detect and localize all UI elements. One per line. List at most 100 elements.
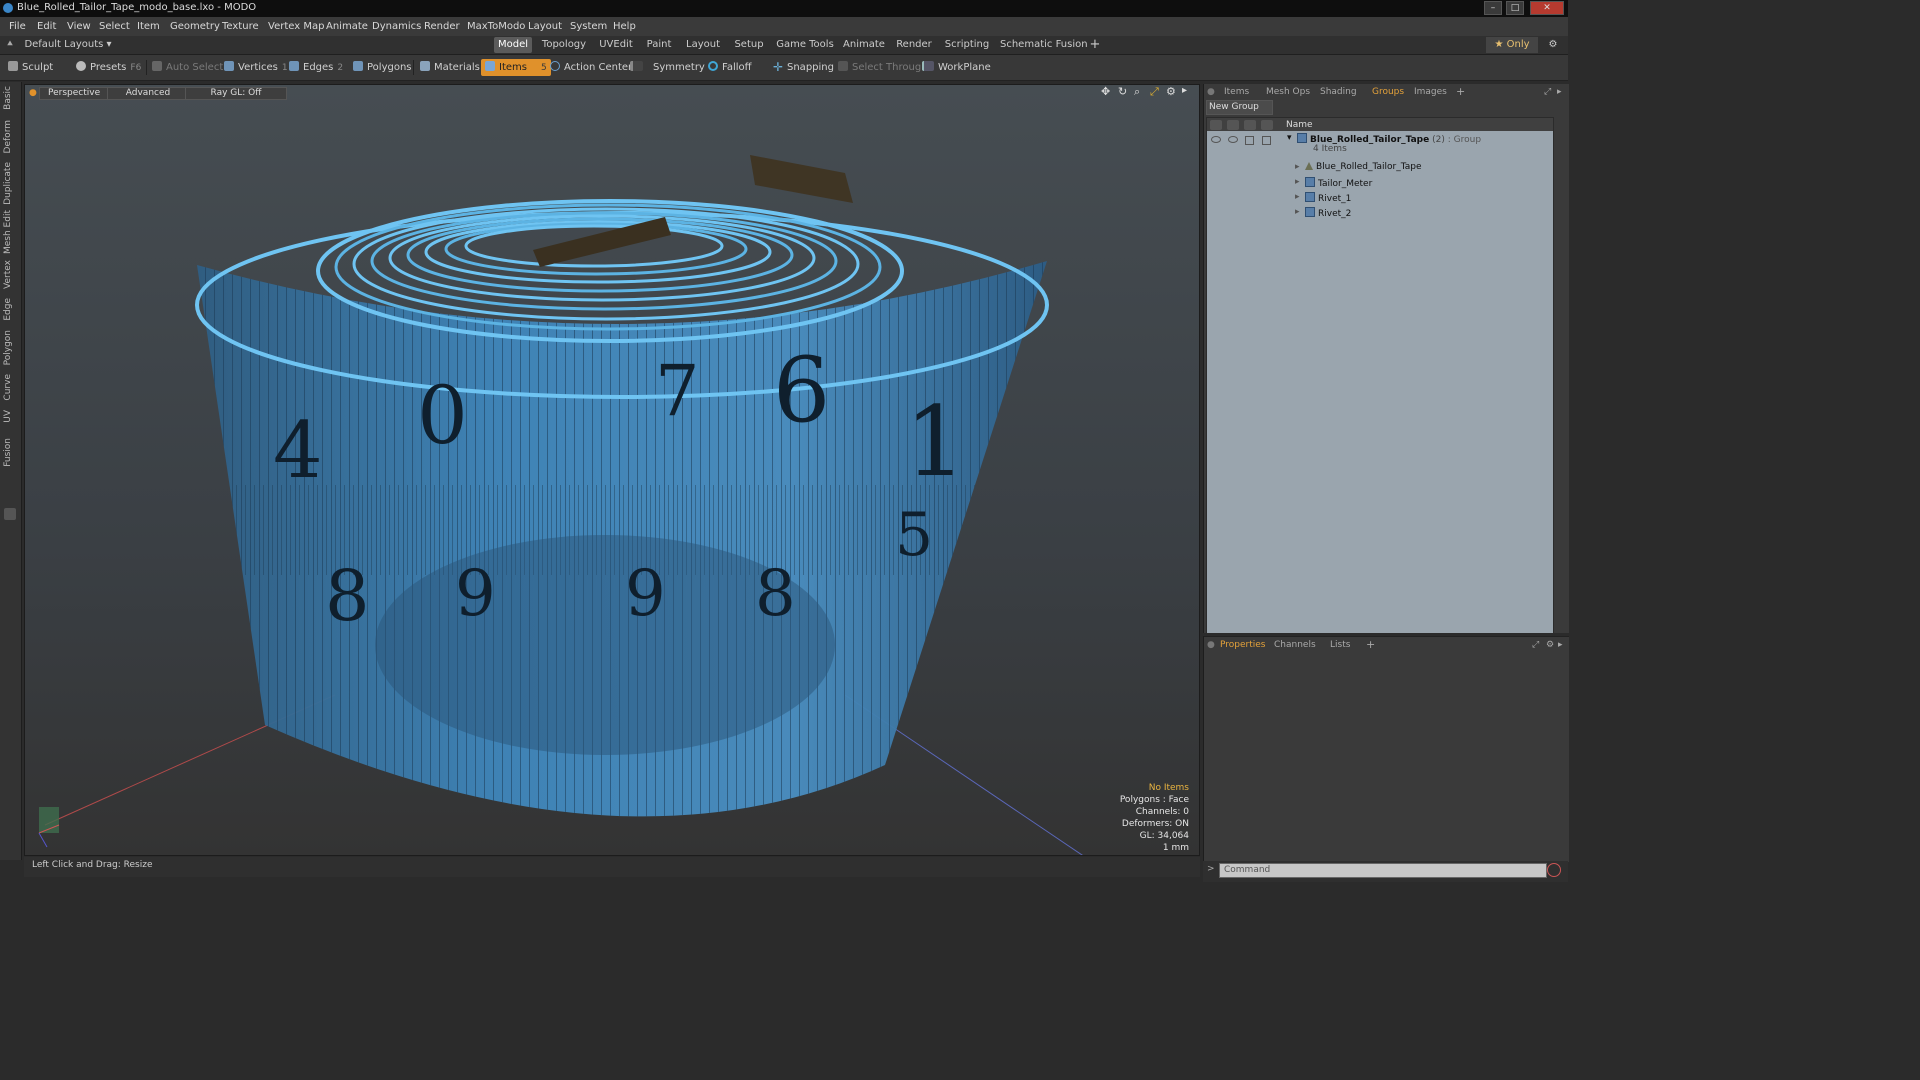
lock-checkbox[interactable] — [1245, 136, 1254, 145]
tab-uvedit[interactable]: UVEdit — [596, 37, 636, 53]
shading-mode-dropdown[interactable]: Advanced — [107, 87, 189, 100]
menu-help[interactable]: Help — [613, 21, 636, 32]
tab-edge[interactable]: Edge — [3, 298, 13, 321]
tab-lists[interactable]: Lists — [1330, 640, 1350, 650]
lock-column-icon[interactable] — [1244, 120, 1256, 130]
menu-view[interactable]: View — [67, 21, 91, 32]
menu-render[interactable]: Render — [424, 21, 460, 32]
tab-channels[interactable]: Channels — [1274, 640, 1316, 650]
menu-system[interactable]: System — [570, 21, 607, 32]
add-tab-icon[interactable]: + — [1088, 37, 1102, 53]
tab-layout[interactable]: Layout — [684, 37, 722, 53]
polygons-button[interactable]: Polygons — [353, 59, 412, 76]
menu-item[interactable]: Item — [137, 21, 160, 32]
menu-geometry[interactable]: Geometry — [170, 21, 220, 32]
menu-layout[interactable]: Layout — [528, 21, 562, 32]
menu-select[interactable]: Select — [99, 21, 130, 32]
close-button[interactable]: ✕ — [1530, 1, 1564, 15]
group-row[interactable]: ▾ Blue_Rolled_Tailor_Tape (2) : Group 4 … — [1207, 133, 1553, 159]
visibility-column-icon[interactable] — [1210, 120, 1222, 130]
3d-viewport[interactable]: 4 0 7 6 1 5 8 9 9 8 ● Perspective Advanc… — [24, 84, 1200, 856]
list-item[interactable]: ▸ Rivet_1 — [1207, 190, 1553, 204]
pan-icon[interactable]: ✥ — [1101, 85, 1110, 98]
tab-render[interactable]: Render — [894, 37, 934, 53]
workplane-button[interactable]: WorkPlane — [922, 59, 991, 76]
vertices-button[interactable]: Vertices 1 — [224, 59, 288, 76]
palette-toggle-icon[interactable] — [4, 508, 16, 520]
panel-expand-icon[interactable]: ⤢ — [1544, 87, 1551, 97]
tab-scripting[interactable]: Scripting — [944, 37, 990, 53]
tab-items[interactable]: Items — [1224, 87, 1249, 97]
name-column-header[interactable]: Name — [1286, 120, 1313, 130]
tab-images[interactable]: Images — [1414, 87, 1447, 97]
tab-curve[interactable]: Curve — [3, 374, 13, 401]
layout-collapse-icon[interactable]: ⯅ — [6, 37, 14, 53]
add-props-tab-icon[interactable]: + — [1366, 638, 1375, 651]
fit-icon[interactable]: ⤢ — [1150, 85, 1159, 99]
tab-uv[interactable]: UV — [3, 410, 13, 423]
tab-duplicate[interactable]: Duplicate — [3, 162, 13, 205]
symmetry-button[interactable]: Symmetry — [630, 59, 705, 76]
tab-paint[interactable]: Paint — [644, 37, 674, 53]
menu-vertex-map[interactable]: Vertex Map — [268, 21, 324, 32]
viewport-expand-icon[interactable]: ▸ — [1182, 85, 1187, 96]
only-toggle[interactable]: ★ Only — [1486, 37, 1538, 53]
tab-setup[interactable]: Setup — [732, 37, 766, 53]
viewport-settings-icon[interactable]: ⚙ — [1166, 85, 1176, 98]
viewport-menu-icon[interactable]: ● — [29, 88, 37, 98]
command-history-icon[interactable] — [1547, 863, 1561, 877]
zoom-icon[interactable]: ⌕ — [1134, 85, 1140, 99]
minimize-button[interactable]: – — [1484, 1, 1502, 15]
presets-button[interactable]: Presets F6 — [76, 59, 141, 76]
tab-topology[interactable]: Topology — [540, 37, 588, 53]
materials-button[interactable]: Materials — [420, 59, 480, 76]
render-column-icon[interactable] — [1227, 120, 1239, 130]
menu-edit[interactable]: Edit — [37, 21, 56, 32]
group-expand-icon[interactable]: ▾ — [1287, 133, 1292, 143]
view-mode-dropdown[interactable]: Perspective — [39, 87, 110, 100]
props-settings-icon[interactable]: ⚙ — [1546, 640, 1554, 650]
visibility-eye-icon[interactable] — [1211, 136, 1221, 143]
select-column-icon[interactable] — [1261, 120, 1273, 130]
tab-deform[interactable]: Deform — [3, 120, 13, 153]
menu-texture[interactable]: Texture — [222, 21, 259, 32]
select-through-button[interactable]: Select Through — [838, 59, 928, 76]
tab-properties[interactable]: Properties — [1220, 640, 1265, 650]
tab-shading[interactable]: Shading — [1320, 87, 1357, 97]
props-expand-icon[interactable]: ⤢ — [1532, 640, 1539, 650]
menu-file[interactable]: File — [9, 21, 26, 32]
rotate-icon[interactable]: ↻ — [1118, 85, 1127, 98]
add-panel-tab-icon[interactable]: + — [1456, 85, 1465, 98]
settings-gear-icon[interactable]: ⚙ — [1546, 37, 1560, 53]
tab-schematic-fusion[interactable]: Schematic Fusion — [1000, 37, 1088, 53]
sculpt-button[interactable]: Sculpt — [8, 59, 53, 76]
tab-mesh-ops[interactable]: Mesh Ops — [1266, 87, 1310, 97]
auto-select-button[interactable]: Auto Select — [152, 59, 223, 76]
select-checkbox[interactable] — [1262, 136, 1271, 145]
menu-maxtomodo[interactable]: MaxToModo — [467, 21, 525, 32]
tab-mesh-edit[interactable]: Mesh Edit — [3, 210, 13, 254]
tab-vertex[interactable]: Vertex — [3, 260, 13, 289]
new-group-button[interactable]: New Group — [1206, 100, 1273, 115]
menu-dynamics[interactable]: Dynamics — [372, 21, 421, 32]
panel-menu-icon[interactable]: ● — [1207, 87, 1215, 97]
props-menu-icon[interactable]: ● — [1207, 640, 1215, 650]
edges-button[interactable]: Edges 2 — [289, 59, 343, 76]
raygl-toggle[interactable]: Ray GL: Off — [185, 87, 287, 100]
props-options-icon[interactable]: ▸ — [1558, 640, 1563, 650]
tab-animate[interactable]: Animate — [842, 37, 886, 53]
panel-options-icon[interactable]: ▸ — [1557, 87, 1562, 97]
falloff-button[interactable]: Falloff — [708, 59, 752, 76]
tab-basic[interactable]: Basic — [3, 86, 13, 110]
maximize-button[interactable]: □ — [1506, 1, 1524, 15]
tab-groups[interactable]: Groups — [1372, 87, 1404, 97]
tab-fusion[interactable]: Fusion — [3, 438, 13, 467]
tab-game-tools[interactable]: Game Tools — [776, 37, 834, 53]
snapping-button[interactable]: ✛ Snapping — [773, 59, 834, 76]
render-toggle-icon[interactable] — [1228, 136, 1238, 143]
list-item[interactable]: ▸ Rivet_2 — [1207, 205, 1553, 219]
list-item[interactable]: ▸ Tailor_Meter — [1207, 175, 1553, 189]
tab-polygon[interactable]: Polygon — [3, 330, 13, 365]
tab-model[interactable]: Model — [494, 37, 532, 53]
command-input[interactable]: Command — [1219, 863, 1547, 878]
